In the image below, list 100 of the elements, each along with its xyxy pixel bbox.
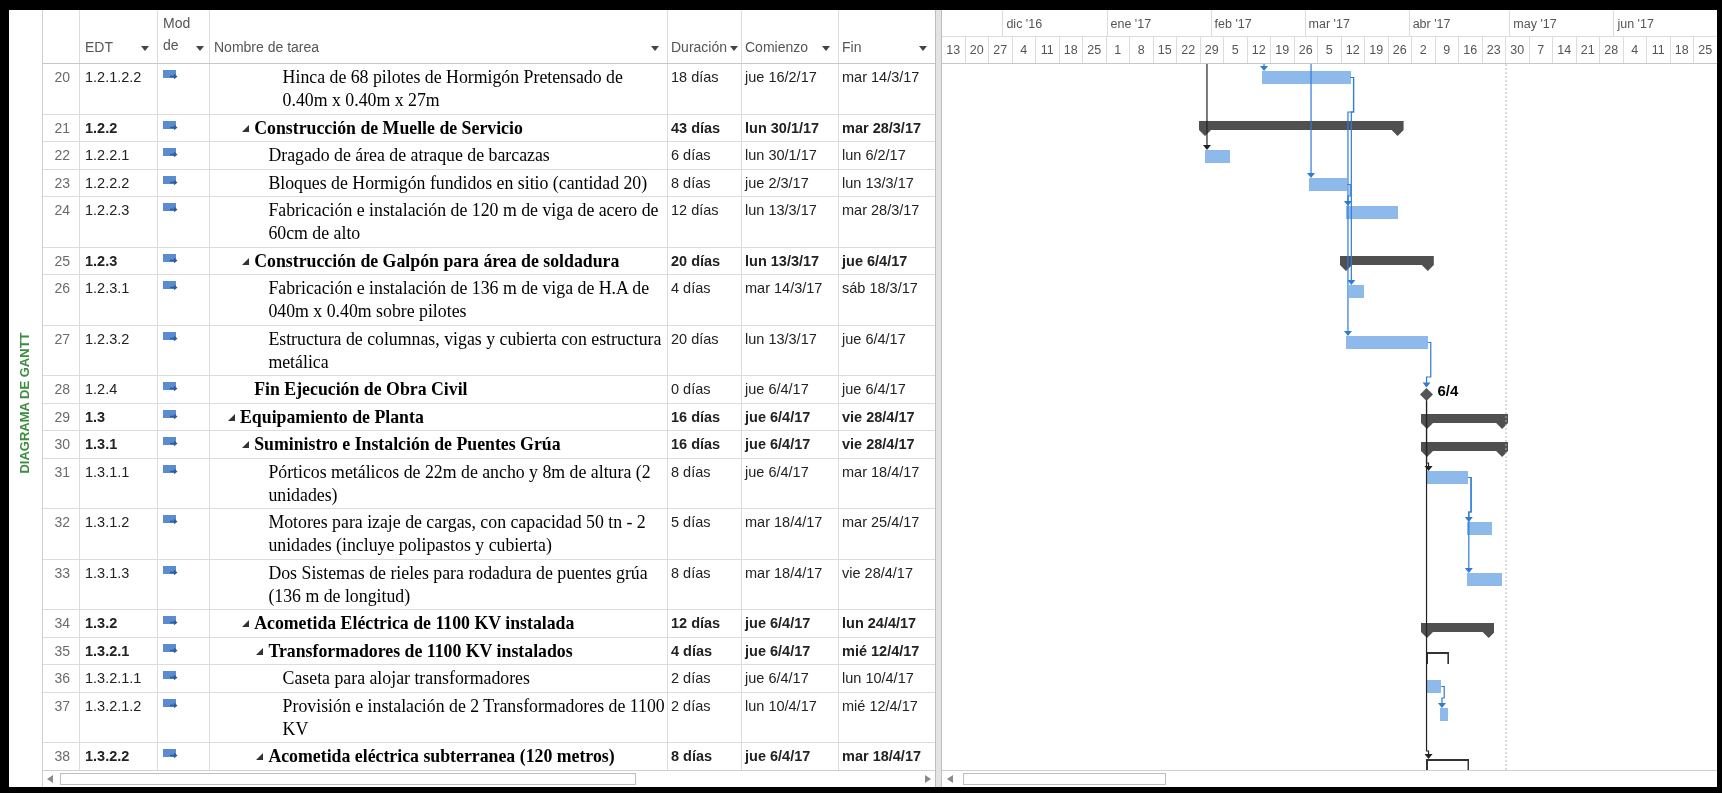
row-number[interactable]: 32 — [43, 509, 80, 559]
duration-cell: 4 días — [668, 275, 742, 325]
duration-cell: 8 días — [668, 458, 742, 508]
row-number[interactable]: 33 — [43, 559, 80, 609]
scrollbar-thumb[interactable] — [60, 773, 636, 785]
collapse-triangle-icon[interactable] — [256, 647, 264, 655]
view-bar-label[interactable]: DIAGRAMA DE GANTT — [15, 332, 35, 474]
duration-cell: 20 días — [668, 325, 742, 375]
milestone-marker — [1420, 387, 1434, 401]
week-label: 5 — [1325, 41, 1333, 59]
start-date-cell: jue 6/4/17 — [742, 743, 839, 770]
horizontal-scrollbar[interactable] — [942, 770, 1717, 787]
duration-cell: 8 días — [668, 559, 742, 609]
collapse-triangle-icon[interactable] — [256, 753, 264, 760]
week-label: 26 — [1298, 41, 1313, 59]
row-number[interactable]: 37 — [43, 692, 80, 742]
column-header[interactable]: EDT — [85, 38, 113, 56]
task-bar — [1426, 471, 1469, 484]
collapse-triangle-icon[interactable] — [242, 124, 250, 132]
scroll-left-icon[interactable] — [947, 775, 953, 783]
week-label: 16 — [1463, 41, 1478, 59]
wbs-cell: 1.3.2.1.1 — [80, 665, 158, 692]
week-label: 7 — [1537, 41, 1545, 59]
month-label: feb '17 — [1214, 16, 1252, 33]
column-header[interactable]: Comienzo — [745, 38, 809, 56]
week-label: 29 — [1204, 41, 1219, 59]
task-name: Caseta para alojar transformadores — [282, 667, 531, 690]
scroll-left-icon[interactable] — [47, 775, 53, 783]
task-mode-icon — [163, 175, 178, 186]
dropdown-caret-icon[interactable] — [730, 46, 738, 51]
week-label: 25 — [1087, 41, 1102, 59]
task-name: Fin Ejecución de Obra Civil — [254, 378, 469, 401]
wbs-cell: 1.2.3 — [80, 247, 158, 274]
row-number[interactable]: 22 — [43, 142, 80, 169]
column-header[interactable]: Nombre de tarea — [214, 38, 320, 56]
dropdown-caret-icon[interactable] — [822, 46, 830, 51]
week-label: 28 — [1604, 41, 1619, 59]
row-number[interactable]: 25 — [43, 247, 80, 274]
collapse-triangle-icon[interactable] — [242, 257, 250, 265]
row-number[interactable]: 23 — [43, 169, 80, 196]
row-number[interactable]: 27 — [43, 325, 80, 375]
week-label: 18 — [1063, 41, 1078, 59]
column-header[interactable]: Mod de — [163, 12, 191, 56]
row-number[interactable]: 34 — [43, 610, 80, 637]
scroll-right-icon[interactable] — [925, 775, 931, 783]
dropdown-caret-icon[interactable] — [651, 46, 659, 51]
row-number[interactable]: 35 — [43, 637, 80, 664]
duration-cell: 8 días — [668, 169, 742, 196]
row-number[interactable]: 30 — [43, 431, 80, 458]
week-label: 14 — [1557, 41, 1572, 59]
collapse-triangle-icon[interactable] — [242, 441, 250, 448]
week-label: 19 — [1369, 41, 1384, 59]
row-number[interactable]: 21 — [43, 114, 80, 141]
row-number[interactable]: 29 — [43, 403, 80, 430]
row-number[interactable]: 26 — [43, 275, 80, 325]
week-label: 12 — [1345, 41, 1360, 59]
start-date-cell: jue 6/4/17 — [742, 458, 839, 508]
start-date-cell: jue 2/3/17 — [742, 169, 839, 196]
week-label: 18 — [1674, 41, 1689, 59]
week-label: 4 — [1020, 41, 1028, 59]
duration-cell: 4 días — [668, 637, 742, 664]
horizontal-scrollbar[interactable] — [43, 770, 935, 787]
dropdown-caret-icon[interactable] — [196, 46, 204, 51]
column-header[interactable]: Fin — [842, 38, 862, 56]
collapse-triangle-icon[interactable] — [242, 620, 250, 627]
row-number[interactable]: 38 — [43, 743, 80, 770]
row-number[interactable]: 31 — [43, 458, 80, 508]
wbs-cell: 1.2.2.1 — [80, 142, 158, 169]
duration-cell: 18 días — [668, 64, 742, 114]
week-label: 27 — [993, 41, 1008, 59]
row-number[interactable]: 36 — [43, 665, 80, 692]
wbs-cell: 1.2.2 — [80, 114, 158, 141]
column-header[interactable]: Duración — [671, 38, 728, 56]
task-bar — [1204, 150, 1230, 163]
task-bar — [1345, 206, 1398, 219]
dropdown-caret-icon[interactable] — [919, 46, 927, 51]
task-name: Suministro e Instalción de Puentes Grúa — [254, 433, 562, 456]
scrollbar-thumb[interactable] — [963, 773, 1166, 785]
start-date-cell: mar 18/4/17 — [742, 509, 839, 559]
collapse-triangle-icon[interactable] — [228, 413, 235, 421]
start-date-cell: mar 18/4/17 — [742, 559, 839, 609]
month-label: ene '17 — [1110, 16, 1152, 33]
task-bar — [1439, 708, 1448, 721]
week-label: 2 — [1419, 41, 1427, 59]
task-mode-icon — [163, 515, 178, 525]
task-mode-icon — [163, 565, 178, 576]
month-label: mar '17 — [1308, 16, 1350, 33]
task-mode-icon — [163, 148, 178, 158]
task-mode-icon — [163, 643, 178, 654]
row-number[interactable]: 24 — [43, 197, 80, 247]
task-name: Hinca de 68 pilotes de Hormigón Pretensado de 0.40m x 0.40m x 27m — [282, 66, 624, 112]
dropdown-caret-icon[interactable] — [141, 46, 149, 51]
task-mode-icon — [163, 671, 178, 681]
week-label: 25 — [1698, 41, 1713, 59]
duration-cell: 12 días — [668, 197, 742, 247]
row-number[interactable]: 28 — [43, 376, 80, 403]
row-number[interactable]: 20 — [43, 64, 80, 114]
wbs-cell: 1.2.1.2.2 — [80, 64, 158, 114]
task-mode-icon — [163, 70, 178, 80]
start-date-cell: jue 6/4/17 — [742, 403, 839, 430]
